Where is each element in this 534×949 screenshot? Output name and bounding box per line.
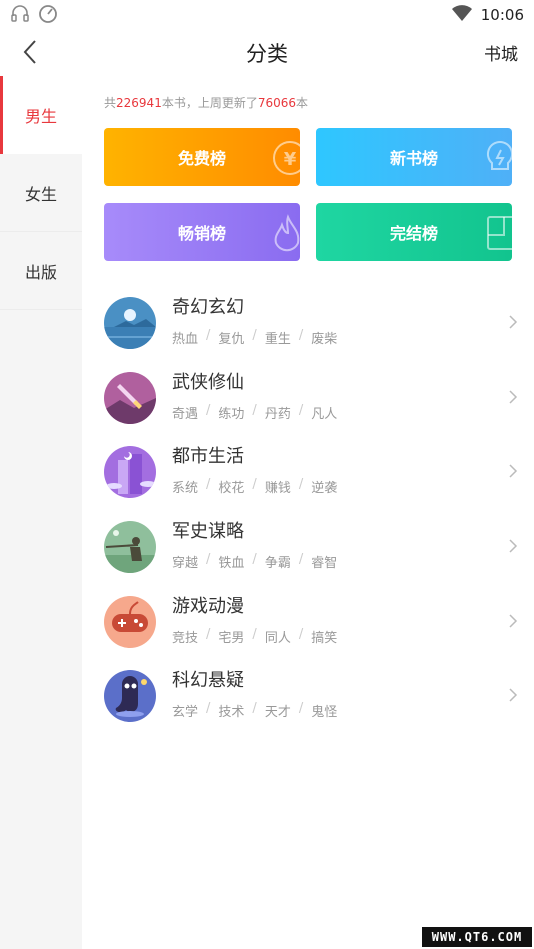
category-tags: 奇遇 / 练功 / 丹药 / 凡人 — [172, 403, 338, 422]
book-summary: 共226941本书，上周更新了76066本 — [104, 94, 308, 111]
coin-icon: ¥ — [273, 141, 300, 175]
chevron-right-icon — [509, 688, 518, 702]
chevron-right-icon — [509, 614, 518, 628]
category-tag: 铁血 — [218, 556, 245, 571]
category-item-fantasy[interactable]: 奇幻玄幻 热血 / 复仇 / 重生 / 废柴 — [104, 289, 518, 363]
bookstore-link[interactable]: 书城 — [484, 40, 518, 65]
category-tags: 热血 / 复仇 / 重生 / 废柴 — [172, 328, 338, 347]
sidebar-tab-label: 出版 — [24, 262, 57, 282]
rank-card-label: 畅销榜 — [177, 224, 226, 243]
summary-suffix: 本 — [296, 96, 309, 110]
category-tag: 搞笑 — [311, 631, 338, 646]
rank-card-label: 免费榜 — [177, 149, 226, 168]
category-tags: 竞技 / 宅男 / 同人 / 搞笑 — [172, 627, 338, 646]
chevron-right-icon — [509, 315, 518, 329]
category-tag: 技术 — [218, 705, 245, 720]
category-tag: 逆袭 — [311, 481, 338, 496]
speedometer-icon — [38, 4, 58, 28]
sidebar: 男生 女生 出版 — [0, 76, 82, 949]
summary-prefix: 共 — [104, 96, 117, 110]
new-rank-button[interactable]: 新书榜 — [316, 128, 512, 186]
fantasy-icon — [104, 297, 156, 349]
wifi-icon — [451, 4, 473, 26]
category-title: 武侠修仙 — [172, 372, 244, 393]
category-tags: 穿越 / 铁血 / 争霸 / 睿智 — [172, 552, 338, 571]
gamepad-icon — [104, 596, 156, 648]
sidebar-tab-label: 女生 — [24, 184, 57, 204]
watermark: WWW.QT6.COM — [422, 927, 532, 947]
category-item-military[interactable]: 军史谋略 穿越 / 铁血 / 争霸 / 睿智 — [104, 513, 518, 587]
completed-rank-button[interactable]: 完结榜 — [316, 203, 512, 261]
category-title: 科幻悬疑 — [172, 670, 244, 691]
category-tag: 玄学 — [172, 705, 199, 720]
book-icon — [487, 216, 512, 250]
chevron-right-icon — [509, 539, 518, 553]
city-icon — [104, 446, 156, 498]
category-tag: 校花 — [218, 481, 245, 496]
bestseller-rank-button[interactable]: 畅销榜 — [104, 203, 300, 261]
category-title: 军史谋略 — [172, 521, 244, 542]
chevron-right-icon — [509, 390, 518, 404]
header: 分类 书城 — [0, 28, 534, 76]
headset-icon — [10, 4, 30, 28]
updated-count: 76066 — [257, 96, 297, 110]
category-tags: 玄学 / 技术 / 天才 / 鬼怪 — [172, 701, 338, 720]
category-tag: 练功 — [218, 407, 245, 422]
category-item-wuxia[interactable]: 武侠修仙 奇遇 / 练功 / 丹药 / 凡人 — [104, 364, 518, 438]
category-tag: 同人 — [264, 631, 291, 646]
category-title: 游戏动漫 — [172, 596, 244, 617]
rank-card-label: 新书榜 — [389, 149, 438, 168]
free-rank-button[interactable]: 免费榜 ¥ — [104, 128, 300, 186]
category-tag: 睿智 — [311, 556, 338, 571]
rank-card-label: 完结榜 — [389, 224, 438, 243]
page-title: 分类 — [246, 42, 288, 66]
svg-text:¥: ¥ — [284, 149, 297, 170]
soldier-icon — [104, 521, 156, 573]
summary-middle: 本书，上周更新了 — [161, 96, 258, 110]
category-item-game[interactable]: 游戏动漫 竞技 / 宅男 / 同人 / 搞笑 — [104, 588, 518, 662]
category-item-scifi[interactable]: 科幻悬疑 玄学 / 技术 / 天才 / 鬼怪 — [104, 662, 518, 736]
category-tags: 系统 / 校花 / 赚钱 / 逆袭 — [172, 477, 338, 496]
chevron-right-icon — [509, 464, 518, 478]
status-time: 10:06 — [480, 6, 524, 24]
ghost-icon — [104, 670, 156, 722]
sidebar-tab-female[interactable]: 女生 — [0, 154, 82, 232]
category-tag: 争霸 — [264, 556, 291, 571]
sidebar-tab-label: 男生 — [24, 107, 57, 126]
category-tag: 竞技 — [172, 631, 199, 646]
sidebar-tab-male[interactable]: 男生 — [0, 76, 82, 154]
category-tag: 奇遇 — [172, 407, 199, 422]
sidebar-tab-publish[interactable]: 出版 — [0, 232, 82, 310]
category-tag: 天才 — [264, 705, 291, 720]
category-tag: 凡人 — [311, 407, 338, 422]
category-tag: 穿越 — [172, 556, 199, 571]
book-count: 226941 — [116, 96, 162, 110]
category-tag: 重生 — [264, 332, 291, 347]
category-tag: 系统 — [172, 481, 199, 496]
category-tag: 复仇 — [218, 332, 245, 347]
category-tag: 赚钱 — [264, 481, 291, 496]
category-tag: 热血 — [172, 332, 199, 347]
lightbulb-icon — [486, 140, 512, 170]
sword-icon — [104, 372, 156, 424]
category-title: 奇幻玄幻 — [172, 297, 244, 318]
status-bar: 10:06 — [0, 0, 534, 28]
category-tag: 丹药 — [264, 407, 291, 422]
category-title: 都市生活 — [172, 446, 244, 467]
category-tag: 鬼怪 — [311, 705, 338, 720]
category-item-urban[interactable]: 都市生活 系统 / 校花 / 赚钱 / 逆袭 — [104, 438, 518, 512]
category-tag: 废柴 — [311, 332, 338, 347]
main-content: 共226941本书，上周更新了76066本 免费榜 ¥ 新书榜 畅销榜 完结榜 … — [82, 76, 534, 949]
flame-icon — [274, 214, 300, 252]
category-tag: 宅男 — [218, 631, 245, 646]
